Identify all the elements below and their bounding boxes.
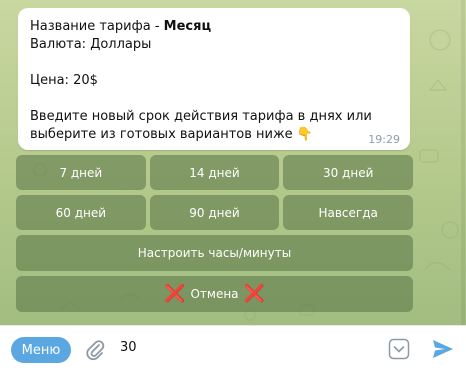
keyboard-row-2: 60 дней 90 дней Навсегда bbox=[16, 195, 414, 230]
price-line: Цена: 20$ bbox=[30, 73, 98, 88]
tariff-name-line: Название тарифа - Месяц bbox=[30, 18, 404, 36]
send-icon[interactable] bbox=[431, 338, 455, 360]
days-60-button[interactable]: 60 дней bbox=[16, 195, 146, 230]
message-input-bar: Меню 30 bbox=[0, 325, 466, 371]
keyboard-row-4: ❌ Отмена ❌ bbox=[16, 276, 413, 312]
cancel-button[interactable]: ❌ Отмена ❌ bbox=[16, 276, 413, 312]
forever-button[interactable]: Навсегда bbox=[283, 195, 414, 230]
instruction-text: Введите новый срок действия тарифа в дня… bbox=[30, 109, 372, 142]
tariff-name-label: Название тарифа - bbox=[30, 19, 164, 34]
currency-line: Валюта: Доллары bbox=[30, 37, 152, 52]
bot-message-bubble: Название тарифа - Месяц Валюта: Доллары … bbox=[18, 8, 410, 150]
keyboard-row-3: Настроить часы/минуты bbox=[16, 235, 413, 271]
message-input-field[interactable]: 30 bbox=[120, 340, 137, 355]
tariff-name-value: Месяц bbox=[163, 19, 212, 34]
days-7-button[interactable]: 7 дней bbox=[16, 155, 146, 190]
inline-keyboard: 7 дней 14 дней 30 дней 60 дней 90 дней Н… bbox=[16, 155, 414, 317]
days-14-button[interactable]: 14 дней bbox=[149, 155, 280, 190]
custom-hours-minutes-button[interactable]: Настроить часы/минуты bbox=[16, 235, 413, 271]
cancel-label: Отмена bbox=[190, 287, 239, 301]
keyboard-row-1: 7 дней 14 дней 30 дней bbox=[16, 155, 414, 190]
message-time: 19:29 bbox=[368, 133, 400, 146]
chat-background: Название тарифа - Месяц Валюта: Доллары … bbox=[0, 0, 466, 325]
chat-scrollbar[interactable] bbox=[461, 0, 465, 325]
paperclip-icon[interactable] bbox=[85, 339, 105, 361]
cross-mark-icon: ❌ bbox=[164, 284, 186, 304]
cross-mark-icon: ❌ bbox=[243, 284, 265, 304]
menu-button[interactable]: Меню bbox=[11, 337, 71, 363]
days-90-button[interactable]: 90 дней bbox=[149, 195, 280, 230]
keyboard-toggle-icon[interactable] bbox=[388, 338, 410, 360]
days-30-button[interactable]: 30 дней bbox=[283, 155, 414, 190]
